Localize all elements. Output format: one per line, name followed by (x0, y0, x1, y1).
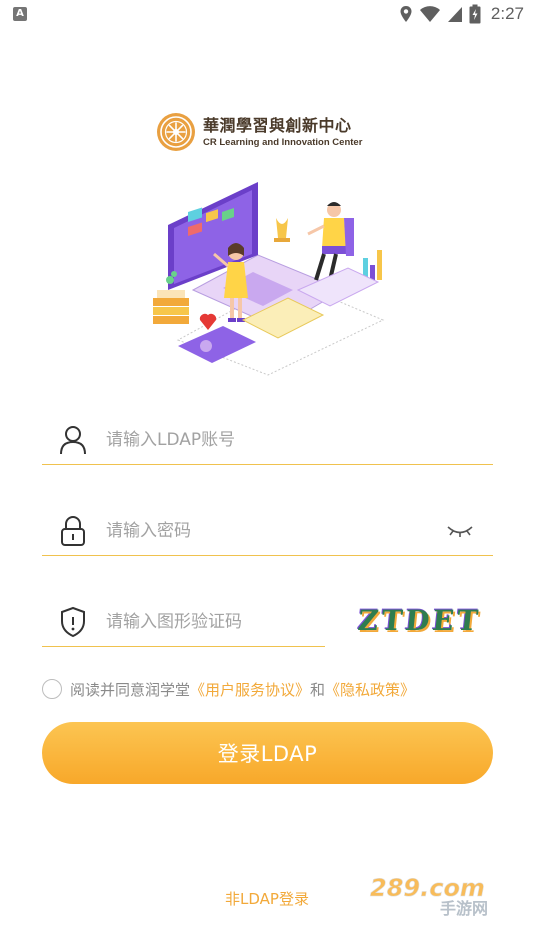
app-logo: 華潤學習與創新中心 CR Learning and Innovation Cen… (156, 112, 362, 152)
account-field-row (42, 415, 493, 465)
agree-checkbox[interactable] (42, 679, 62, 699)
password-field-row (42, 506, 493, 556)
agreement-and: 和 (310, 680, 326, 699)
captcha-text: ZTDET (355, 603, 483, 637)
watermark-top: 289.com (370, 874, 485, 902)
status-time: 2:27 (490, 4, 524, 23)
signal-icon (447, 7, 462, 22)
user-icon (58, 425, 88, 455)
agreement-prefix: 阅读并同意润学堂 (70, 680, 191, 699)
watermark-bottom: 手游网 (440, 899, 488, 918)
logo-emblem-icon (157, 113, 195, 151)
logo-title: 華潤學習與創新中心 (203, 115, 352, 135)
notification-icon: A (13, 7, 27, 21)
battery-icon (469, 4, 481, 24)
wifi-icon (419, 6, 440, 22)
shield-icon (58, 606, 88, 637)
logo-subtitle: CR Learning and Innovation Center (203, 136, 363, 148)
captcha-image[interactable]: ZTDET (348, 598, 490, 642)
site-watermark: 289.com 手游网 (370, 874, 488, 918)
hero-illustration (153, 182, 385, 376)
captcha-field-row (42, 597, 325, 647)
status-bar: A 2:27 (0, 0, 534, 28)
user-agreement-link[interactable]: 《用户服务协议》 (190, 679, 310, 700)
location-icon (400, 6, 412, 22)
password-input[interactable] (106, 520, 426, 541)
account-input[interactable] (106, 429, 426, 450)
captcha-input[interactable] (106, 611, 306, 632)
lock-icon (58, 515, 88, 546)
eye-closed-icon[interactable] (445, 518, 475, 542)
privacy-policy-link[interactable]: 《隐私政策》 (325, 679, 415, 700)
agreement-row: 阅读并同意润学堂 《用户服务协议》 和 《隐私政策》 (42, 677, 415, 701)
login-button[interactable]: 登录LDAP (42, 722, 493, 784)
